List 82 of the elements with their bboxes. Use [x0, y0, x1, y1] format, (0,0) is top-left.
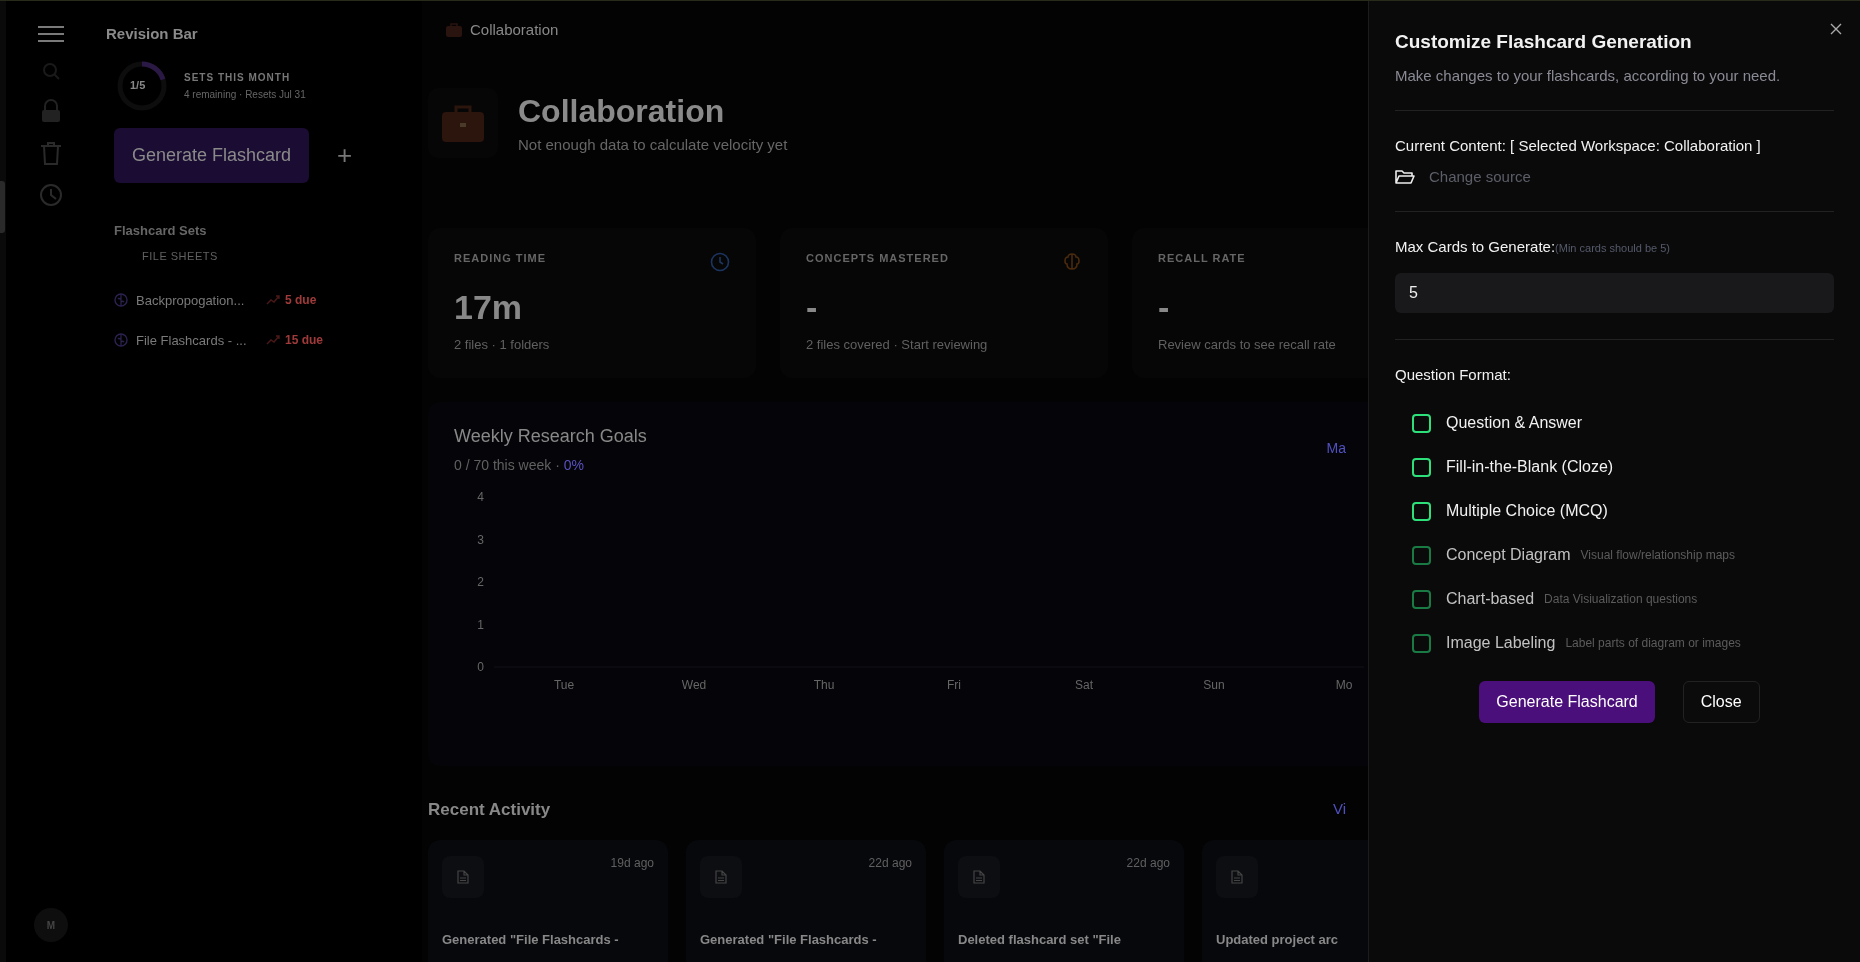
x-tick-label: Fri [947, 678, 961, 692]
stat-detail: 2 files covered · Start reviewing [806, 337, 989, 352]
activity-title: Deleted flashcard set "File [958, 932, 1122, 947]
stat-label: RECALL RATE [1158, 252, 1246, 264]
app-title: Revision Bar [106, 25, 199, 42]
activity-title: Generated "File Flashcards - [442, 932, 620, 947]
stat-value: - [806, 288, 818, 327]
y-tick-label: 0 [477, 660, 484, 674]
usage-count: 1/5 [130, 79, 146, 91]
x-tick-label: Mo [1335, 678, 1353, 692]
question-format-label: Question Format: [1395, 366, 1512, 383]
x-tick-label: Sat [1075, 678, 1093, 692]
x-tick-label: Wed [681, 678, 707, 692]
section-heading: Recent Activity [428, 800, 551, 820]
document-icon [1231, 870, 1243, 884]
option-label[interactable]: Question & Answer [1446, 414, 1583, 432]
goals-link[interactable]: Ma [1326, 440, 1346, 456]
menu-icon[interactable] [37, 25, 65, 43]
close-icon[interactable] [1830, 23, 1842, 35]
option-description: Data Visiualization questions [1544, 592, 1698, 606]
option-label[interactable]: Multiple Choice (MCQ) [1446, 502, 1608, 520]
stat-label: CONCEPTS MASTERED [806, 252, 949, 264]
activity-card[interactable]: 19d ago Generated "File Flashcards - [428, 840, 668, 962]
y-tick-label: 2 [477, 575, 484, 589]
checkbox[interactable] [1412, 501, 1431, 521]
change-source-link[interactable]: Change source [1429, 168, 1531, 185]
current-content-label: Current Content: [ Selected Workspace: Collaboration ] [1395, 137, 1762, 154]
document-icon [973, 870, 985, 884]
panel-subtitle: Make changes to your flashcards, according to your need. [1395, 67, 1782, 84]
flashcard-set-item[interactable]: Backpropogation... [136, 292, 258, 308]
folder-icon [1395, 168, 1415, 185]
stat-label: READING TIME [454, 252, 547, 264]
briefcase-icon [446, 22, 462, 37]
y-tick-label: 1 [477, 617, 484, 632]
activity-card[interactable]: 22d ago Generated "File Flashcards - [686, 840, 926, 962]
activity-time: 22d ago [868, 856, 912, 872]
flashcard-set-item[interactable]: File Flashcards - ... [136, 332, 258, 348]
activity-title: Updated project arc [1216, 932, 1340, 947]
document-icon [715, 870, 727, 884]
checkbox[interactable] [1412, 457, 1431, 477]
panel-title: Customize Flashcard Generation [1395, 31, 1693, 53]
option-description: Label parts of diagram or images [1565, 636, 1741, 650]
max-cards-label: Max Cards to Generate: [1395, 238, 1556, 255]
group-label: FILE SHEETS [142, 250, 219, 262]
workspace-title: Collaboration [518, 93, 726, 130]
close-button[interactable]: Close [1682, 681, 1760, 723]
y-tick-label: 3 [477, 532, 484, 547]
stat-value: - [1158, 288, 1170, 327]
option-label[interactable]: Fill-in-the-Blank (Cloze) [1446, 458, 1614, 476]
option-description: Visual flow/relationship maps [1580, 548, 1736, 562]
activity-card[interactable]: 22d ago Deleted flashcard set "File [944, 840, 1184, 962]
usage-label: SETS THIS MONTH [184, 72, 292, 83]
activity-time: 19d ago [610, 856, 654, 872]
breadcrumb[interactable]: Collaboration [470, 21, 559, 38]
stat-detail: 2 files · 1 folders [454, 337, 551, 352]
briefcase-icon [441, 103, 485, 143]
max-cards-hint: (Min cards should be 5) [1555, 242, 1671, 254]
x-tick-label: Thu [813, 678, 835, 692]
x-tick-label: Sun [1203, 678, 1225, 692]
add-button[interactable]: + [337, 140, 353, 171]
section-heading: Flashcard Sets [114, 223, 208, 238]
activity-title: Generated "File Flashcards - [700, 932, 878, 947]
checkbox[interactable] [1412, 413, 1431, 433]
generate-flashcard-button[interactable]: Generate Flashcard [1479, 681, 1655, 723]
trend-icon [266, 335, 280, 345]
goals-title: Weekly Research Goals [454, 426, 647, 447]
stat-detail: Review cards to see recall rate [1158, 337, 1337, 352]
goals-percent: 0% [563, 457, 584, 473]
workspace-subtitle: Not enough data to calculate velocity yet [518, 136, 788, 153]
usage-detail: 4 remaining · Resets Jul 31 [184, 89, 306, 100]
due-count: 15 due [285, 333, 323, 347]
generate-flashcard-button[interactable]: Generate Flashcard [114, 128, 310, 183]
due-count: 5 due [285, 293, 317, 307]
x-tick-label: Tue [553, 678, 575, 692]
activity-time: 22d ago [1126, 856, 1170, 872]
clock-icon [710, 252, 730, 272]
trend-icon [266, 295, 280, 305]
max-cards-field[interactable]: 5 [1395, 273, 1834, 313]
stat-value: 17m [454, 288, 523, 327]
document-icon [457, 870, 469, 884]
y-tick-label: 4 [477, 490, 484, 504]
view-all-link[interactable]: Vi [1332, 800, 1346, 820]
